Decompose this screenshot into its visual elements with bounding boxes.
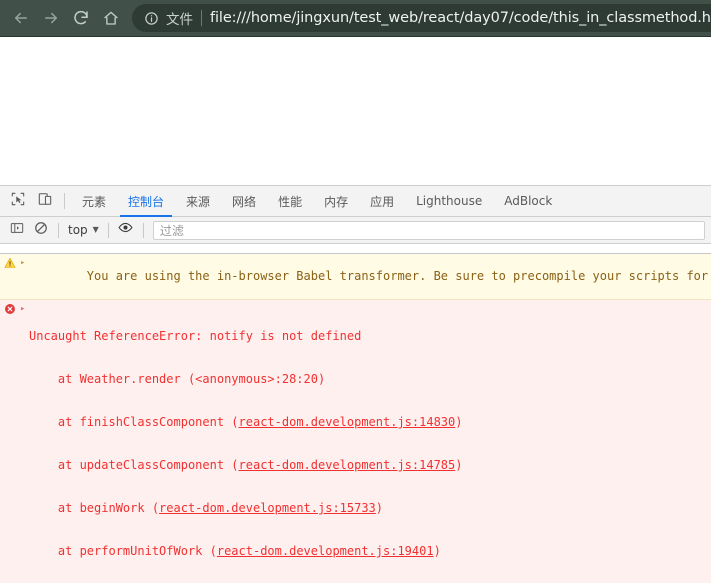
clear-console-icon — [34, 221, 48, 240]
devtools-panel: 元素 控制台 来源 网络 性能 内存 应用 Lighthouse AdBlock — [0, 185, 711, 583]
tab-console[interactable]: 控制台 — [117, 186, 175, 217]
url-text[interactable]: file:///home/jingxun/test_web/react/day0… — [210, 10, 711, 26]
device-toolbar-button[interactable] — [31, 186, 58, 216]
console-message-text: You are using the in-browser Babel trans… — [29, 255, 711, 298]
tab-label: Lighthouse — [416, 194, 483, 208]
clipped-row-text: react-dom.development.js — [28, 244, 711, 253]
expand-arrow-icon[interactable]: ▸ — [20, 301, 29, 316]
tabbar-divider — [64, 193, 65, 209]
reload-icon — [72, 9, 90, 27]
stack-frame-line: at beginWork (react-dom.development.js:1… — [29, 501, 384, 516]
console-message-clipped[interactable]: react-dom.development.js — [0, 244, 711, 254]
tab-label: 控制台 — [128, 194, 165, 209]
tab-network[interactable]: 网络 — [221, 186, 267, 216]
console-toolbar-divider-2 — [107, 222, 109, 238]
console-sidebar-button[interactable] — [5, 219, 29, 241]
scheme-label: 文件 — [166, 12, 193, 28]
console-toolbar: top ▼ 过滤 — [0, 217, 711, 244]
message-line: You are using the in-browser Babel trans… — [86, 269, 711, 284]
page-viewport — [0, 36, 711, 185]
home-button[interactable] — [96, 3, 126, 33]
arrow-left-icon — [12, 9, 30, 27]
live-expression-button[interactable] — [114, 219, 138, 241]
tab-memory[interactable]: 内存 — [313, 186, 359, 216]
back-button[interactable] — [6, 3, 36, 33]
reload-button[interactable] — [66, 3, 96, 33]
tab-adblock[interactable]: AdBlock — [493, 186, 563, 216]
console-sidebar-icon — [10, 221, 24, 240]
source-link[interactable]: react-dom.development.js:15733 — [159, 501, 376, 515]
message-line: at Weather.render (<anonymous>:28:20) — [29, 372, 326, 387]
tab-application[interactable]: 应用 — [359, 186, 405, 216]
inspect-element-icon — [11, 192, 25, 211]
arrow-right-icon — [42, 9, 60, 27]
console-message-text: Uncaught ReferenceError: notify is not d… — [29, 301, 711, 583]
error-circle-icon — [0, 301, 20, 315]
console-message-error-1[interactable]: ▸ Uncaught ReferenceError: notify is not… — [0, 299, 711, 583]
address-bar[interactable]: 文件 file:///home/jingxun/test_web/react/d… — [132, 4, 711, 32]
tab-label: AdBlock — [504, 194, 553, 208]
tab-label: 内存 — [324, 194, 349, 209]
device-toolbar-icon — [38, 192, 52, 211]
console-message-warning[interactable]: ▸ You are using the in-browser Babel tra… — [0, 254, 711, 300]
chevron-down-icon: ▼ — [92, 225, 99, 234]
tab-label: 元素 — [82, 194, 107, 209]
warning-triangle-icon — [0, 255, 20, 269]
forward-button[interactable] — [36, 3, 66, 33]
browser-toolbar: 文件 file:///home/jingxun/test_web/react/d… — [0, 0, 711, 36]
tab-elements[interactable]: 元素 — [71, 186, 117, 216]
tab-lighthouse[interactable]: Lighthouse — [405, 186, 493, 216]
source-link[interactable]: react-dom.development.js:14785 — [239, 458, 456, 472]
live-expression-icon — [118, 220, 133, 240]
console-toolbar-divider-3 — [142, 222, 144, 238]
tab-label: 网络 — [232, 194, 257, 209]
source-link[interactable]: react-dom.development.js:19401 — [217, 544, 434, 558]
console-toolbar-divider — [58, 222, 59, 238]
home-icon — [102, 9, 120, 27]
devtools-tabbar: 元素 控制台 来源 网络 性能 内存 应用 Lighthouse AdBlock — [0, 186, 711, 217]
execution-context-selector[interactable]: top ▼ — [64, 223, 103, 237]
clear-console-button[interactable] — [29, 219, 53, 241]
tab-performance[interactable]: 性能 — [267, 186, 313, 216]
omnibox-divider — [201, 10, 202, 26]
console-message-list[interactable]: react-dom.development.js ▸ You are using… — [0, 244, 711, 583]
stack-frame-line: at finishClassComponent (react-dom.devel… — [29, 415, 463, 430]
tab-label: 性能 — [278, 194, 303, 209]
stack-frame-line: at updateClassComponent (react-dom.devel… — [29, 458, 463, 473]
info-circle-icon[interactable] — [142, 9, 160, 27]
tab-label: 来源 — [186, 194, 211, 209]
inspect-element-button[interactable] — [4, 186, 31, 216]
execution-context-label: top — [68, 223, 88, 237]
expand-arrow-icon[interactable]: ▸ — [20, 255, 29, 270]
tab-sources[interactable]: 来源 — [175, 186, 221, 216]
stack-frame-line: at performUnitOfWork (react-dom.developm… — [29, 543, 441, 558]
tab-label: 应用 — [370, 194, 395, 209]
source-link[interactable]: react-dom.development.js:14830 — [239, 415, 456, 429]
message-line: Uncaught ReferenceError: notify is not d… — [29, 329, 362, 344]
console-filter-input[interactable]: 过滤 — [152, 220, 705, 240]
